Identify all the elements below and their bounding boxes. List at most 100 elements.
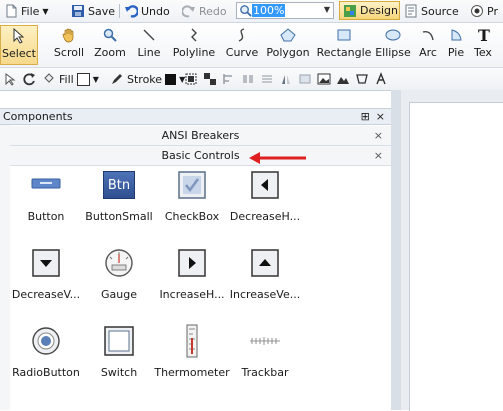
rotate-button[interactable] (22, 71, 36, 87)
group-basic-controls[interactable]: Basic Controls × (10, 146, 391, 166)
image-icon[interactable] (317, 72, 331, 86)
undo-icon (125, 5, 138, 18)
flip-icon[interactable] (279, 72, 293, 86)
tool-polygon[interactable]: Polygon (264, 25, 312, 65)
mountain-icon[interactable] (336, 72, 350, 86)
preview-icon (471, 5, 483, 17)
switch-icon (104, 326, 134, 356)
tool-label: Polyline (172, 46, 216, 59)
close-icon[interactable]: × (376, 110, 385, 123)
component-label: IncreaseH... (159, 288, 225, 301)
tool-rectangle[interactable]: Rectangle (316, 25, 372, 65)
zoom-icon (240, 5, 252, 17)
rectangle-icon (337, 29, 351, 41)
component-button[interactable]: Button (10, 168, 82, 242)
component-label: IncreaseVe... (229, 288, 301, 301)
design-label: Design (360, 4, 398, 17)
arrange-tools (184, 71, 388, 87)
stroke-swatch[interactable] (165, 73, 177, 85)
file-menu[interactable]: File ▼ (4, 3, 49, 19)
file-label: File (21, 4, 40, 18)
file-icon (6, 4, 17, 18)
component-label: Thermometer (154, 366, 230, 379)
arc-icon (422, 30, 434, 41)
gauge-icon (105, 249, 133, 277)
order-icon[interactable] (260, 72, 274, 86)
tool-scroll[interactable]: Scroll (52, 25, 86, 65)
polyline-icon (191, 28, 197, 42)
tool-text[interactable]: T Tex (474, 25, 503, 65)
component-switch[interactable]: Switch (83, 324, 155, 398)
redo-button[interactable]: Redo (182, 3, 227, 19)
panel-title: Components (3, 110, 73, 123)
ellipse-icon (385, 29, 401, 41)
pen-icon (112, 74, 122, 84)
panel-splitter[interactable] (391, 90, 401, 410)
component-label: Switch (100, 366, 138, 379)
zoom-select[interactable]: 100% ▼ (236, 2, 334, 19)
component-trackbar[interactable]: Trackbar (229, 324, 301, 398)
save-icon (72, 5, 84, 17)
close-icon[interactable]: × (374, 149, 383, 162)
layer-icon[interactable] (298, 72, 312, 86)
redo-label: Redo (199, 4, 227, 18)
tool-polyline[interactable]: Polyline (168, 25, 220, 65)
tool-label: Ellipse (375, 46, 411, 59)
tool-arc[interactable]: Arc (416, 25, 440, 65)
tab-design[interactable]: Design (339, 1, 400, 20)
shape-menu-icon[interactable] (355, 72, 369, 86)
tool-zoom[interactable]: Zoom (92, 25, 128, 65)
tool-select[interactable]: Select (0, 25, 38, 65)
component-radiobutton[interactable]: RadioButton (10, 324, 82, 398)
tool-pie[interactable]: Pie (444, 25, 468, 65)
tool-label: Rectangle (316, 46, 372, 59)
align-icon[interactable] (222, 72, 236, 86)
component-increaseh[interactable]: IncreaseH... (156, 246, 228, 320)
fill-button[interactable]: Fill ▼ (42, 71, 99, 87)
group-title: Basic Controls (161, 149, 240, 162)
design-icon (344, 4, 356, 17)
component-decreasev[interactable]: DecreaseV... (10, 246, 82, 320)
preview-label: Pr (487, 4, 498, 18)
component-increasev[interactable]: IncreaseVe... (229, 246, 301, 320)
tab-preview[interactable]: Pr (470, 3, 498, 19)
undo-label: Undo (141, 4, 170, 18)
component-thermometer[interactable]: Thermometer (154, 324, 230, 398)
group-icon[interactable] (184, 72, 198, 86)
component-label: Trackbar (241, 366, 289, 379)
design-canvas[interactable] (409, 102, 503, 411)
arrow-down-icon (32, 249, 60, 277)
ungroup-icon[interactable] (203, 72, 217, 86)
tool-ellipse[interactable]: Ellipse (374, 25, 412, 65)
connector-icon[interactable] (374, 72, 388, 86)
redo-icon (182, 5, 195, 18)
button-icon (31, 178, 61, 189)
pie-icon (451, 29, 462, 41)
pin-icon[interactable]: ⊞ (361, 110, 370, 123)
tool-line[interactable]: Line (134, 25, 164, 65)
checkbox-icon (178, 171, 206, 199)
polygon-icon (280, 28, 296, 42)
close-icon[interactable]: × (374, 129, 383, 142)
group-ansi-breakers[interactable]: ANSI Breakers × (10, 126, 391, 146)
component-buttonsmall[interactable]: Btn ButtonSmall (83, 168, 155, 242)
stroke-button[interactable]: Stroke ▼ (110, 71, 185, 87)
tab-source[interactable]: Source (404, 3, 459, 19)
tool-label: Arc (419, 46, 437, 59)
component-label: Gauge (101, 288, 137, 301)
component-gauge[interactable]: Gauge (83, 246, 155, 320)
component-label: ButtonSmall (85, 210, 153, 223)
undo-button[interactable]: Undo (124, 3, 170, 19)
save-button[interactable]: Save (71, 3, 115, 19)
tool-curve[interactable]: Curve (224, 25, 260, 65)
distribute-icon[interactable] (241, 72, 255, 86)
fill-label: Fill (59, 72, 74, 86)
group-title: ANSI Breakers (161, 129, 240, 142)
pointer-tool[interactable] (4, 71, 18, 87)
text-icon: T (478, 25, 490, 45)
line-icon (143, 29, 155, 41)
arrow-left-icon (251, 171, 279, 199)
component-decreaseh[interactable]: DecreaseH... (229, 168, 301, 242)
fill-swatch[interactable] (76, 72, 90, 86)
component-checkbox[interactable]: CheckBox (156, 168, 228, 242)
